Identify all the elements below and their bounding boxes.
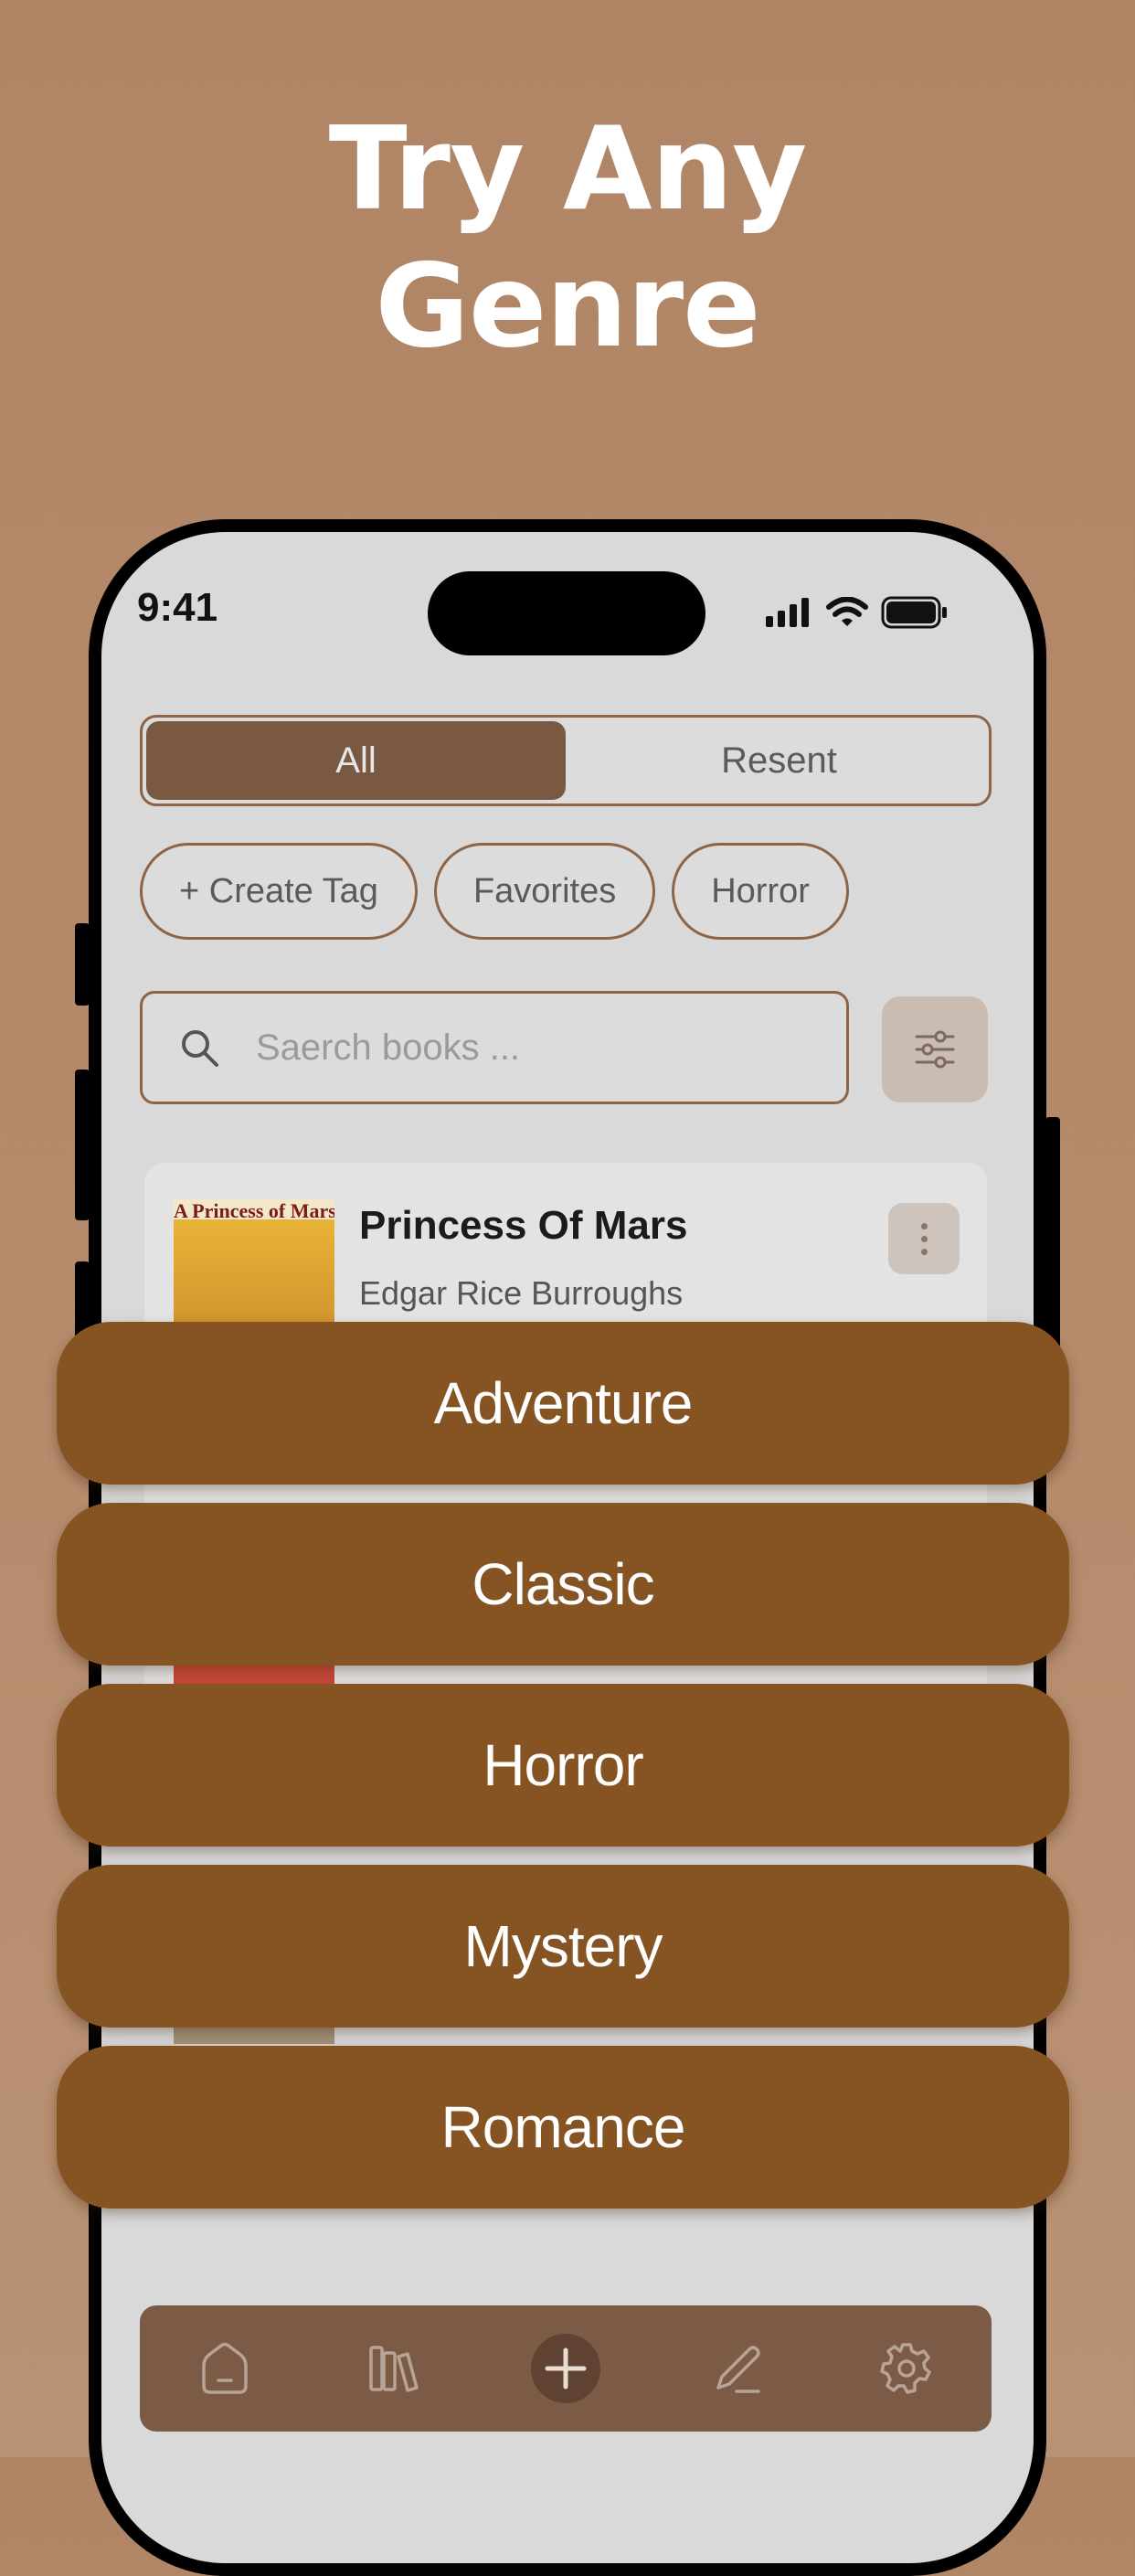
- tag-row: + Create Tag Favorites Horror: [140, 843, 849, 940]
- tab-home[interactable]: [193, 2336, 257, 2400]
- phone-side-button: [75, 1070, 90, 1220]
- tag-favorites[interactable]: Favorites: [433, 843, 656, 940]
- gear-icon: [880, 2343, 932, 2394]
- home-icon: [201, 2342, 248, 2394]
- battery-icon: [881, 596, 947, 629]
- status-icons: [764, 592, 949, 633]
- segment-all[interactable]: All: [146, 721, 566, 800]
- book-cover: [174, 2028, 334, 2044]
- headline-line-2: Genre: [375, 239, 760, 373]
- search-icon: [182, 1030, 218, 1067]
- signal-icon: [766, 598, 809, 627]
- book-title: Princess Of Mars: [359, 1203, 688, 1248]
- create-tag-button[interactable]: + Create Tag: [140, 843, 418, 940]
- segment-recent[interactable]: Resent: [569, 718, 989, 804]
- genre-button-adventure[interactable]: Adventure: [57, 1322, 1069, 1485]
- headline: Try Any Genre: [0, 101, 1135, 375]
- genre-button-classic[interactable]: Classic: [57, 1503, 1069, 1666]
- tab-write[interactable]: [705, 2336, 769, 2400]
- phone-side-button: [75, 923, 90, 1006]
- headline-line-1: Try Any: [328, 101, 808, 236]
- segmented-control: All Resent: [140, 715, 992, 806]
- dynamic-island: [428, 571, 705, 655]
- add-icon: [545, 2347, 587, 2390]
- genre-button-romance[interactable]: Romance: [57, 2046, 1069, 2209]
- pencil-icon: [716, 2346, 760, 2393]
- tab-library[interactable]: [362, 2336, 426, 2400]
- genre-button-mystery[interactable]: Mystery: [57, 1865, 1069, 2028]
- genre-button-horror[interactable]: Horror: [57, 1684, 1069, 1847]
- phone-side-button: [1045, 1117, 1060, 1355]
- more-options-button[interactable]: [888, 1203, 960, 1274]
- wifi-icon: [826, 597, 868, 626]
- status-time: 9:41: [137, 585, 218, 630]
- tab-settings[interactable]: [875, 2336, 939, 2400]
- tag-horror[interactable]: Horror: [672, 843, 849, 940]
- filter-button[interactable]: [882, 996, 988, 1102]
- tab-bar: [140, 2305, 992, 2432]
- cover-title: A Princess of Mars: [174, 1199, 334, 1222]
- tab-add[interactable]: [530, 2334, 600, 2403]
- search-input[interactable]: Saerch books ...: [140, 991, 849, 1104]
- book-author: Edgar Rice Burroughs: [359, 1274, 684, 1312]
- search-placeholder: Saerch books ...: [256, 1027, 521, 1068]
- library-icon: [369, 2346, 419, 2392]
- sliders-icon: [915, 1030, 955, 1069]
- book-cover: [174, 1664, 334, 1684]
